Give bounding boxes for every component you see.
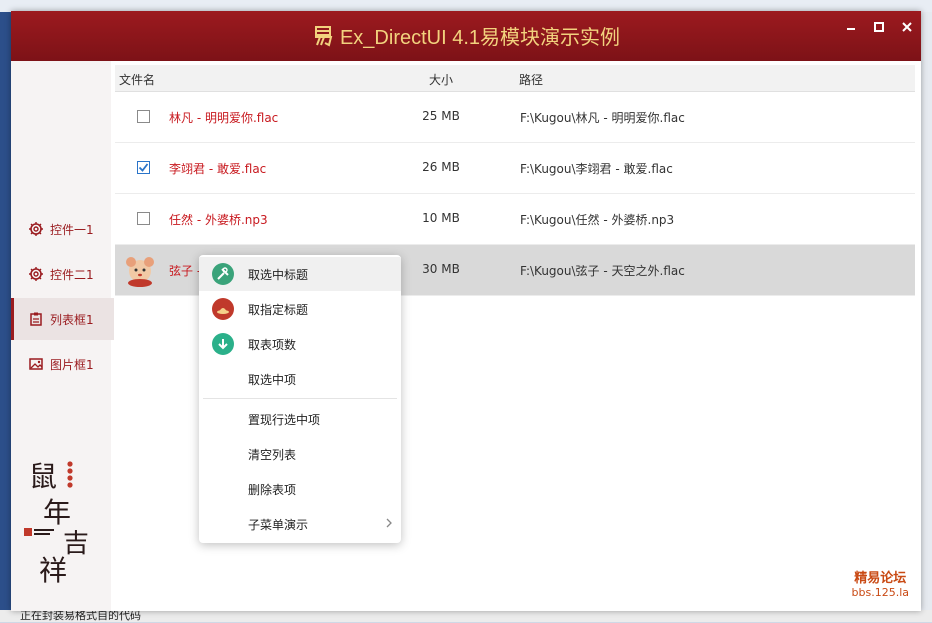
cell-filename: 林凡 - 明明爱你.flac (169, 111, 279, 125)
table-row[interactable]: 林凡 - 明明爱你.flac 25 MB F:\Kugou\林凡 - 明明爱你.… (115, 92, 915, 143)
svg-text:年: 年 (43, 496, 71, 529)
table-row[interactable]: 任然 - 外婆桥.np3 10 MB F:\Kugou\任然 - 外婆桥.np3 (115, 194, 915, 245)
menu-item-clear-list[interactable]: 清空列表 (199, 437, 401, 471)
sidebar-item-label: 图片框1 (50, 357, 94, 372)
menu-item-get-selected-title[interactable]: 取选中标题 (199, 257, 401, 291)
menu-item-label: 取表项数 (248, 337, 297, 352)
window-title: Ex_DirectUI 4.1易模块演示实例 (339, 27, 621, 49)
close-button[interactable] (893, 17, 921, 37)
row-checkbox[interactable] (137, 161, 150, 174)
cell-size: 10 MB (422, 211, 460, 225)
title-bar[interactable]: Ex_DirectUI 4.1易模块演示实例 (11, 11, 921, 61)
menu-item-label: 取指定标题 (248, 302, 309, 317)
menu-item-delete-item[interactable]: 删除表项 (199, 472, 401, 506)
menu-item-label: 取选中项 (248, 372, 297, 387)
watermark-title: 精易论坛 (854, 571, 907, 586)
menu-item-get-specified-title[interactable]: 取指定标题 (199, 292, 401, 326)
menu-item-label: 删除表项 (248, 482, 297, 497)
cell-filename: 弦子 - (169, 264, 202, 278)
sidebar-item-picturebox[interactable]: 图片框1 (11, 343, 111, 385)
cell-size: 25 MB (422, 109, 460, 123)
download-icon (212, 333, 234, 355)
menu-separator (203, 398, 397, 399)
cell-filename: 任然 - 外婆桥.np3 (169, 213, 268, 227)
cell-size: 30 MB (422, 262, 460, 276)
checkmark-icon (138, 163, 149, 172)
header-filename[interactable]: 文件名 (119, 71, 155, 88)
watermark-url: bbs.125.la (851, 586, 909, 599)
maximize-icon (874, 22, 884, 32)
close-icon (902, 22, 912, 32)
context-menu: 取选中标题 取指定标题 取表项数 取选中项 置现行选中项 清空列表 删除表项 子… (199, 255, 401, 543)
minimize-icon (847, 28, 855, 30)
minimize-button[interactable] (837, 17, 865, 37)
sidebar-item-listbox[interactable]: 列表框1 (11, 298, 114, 340)
cell-path: F:\Kugou\林凡 - 明明爱你.flac (520, 111, 685, 125)
sidebar: 控件一1 控件二1 列表框1 图片框1 鼠 年 吉 祥 (11, 61, 114, 611)
menu-item-get-item-count[interactable]: 取表项数 (199, 327, 401, 361)
image-icon (28, 356, 44, 372)
title-wrap: Ex_DirectUI 4.1易模块演示实例 (11, 21, 921, 50)
maximize-button[interactable] (865, 17, 893, 37)
menu-item-submenu-demo[interactable]: 子菜单演示 (199, 507, 401, 541)
tools-icon (212, 263, 234, 285)
clipboard-icon (28, 311, 44, 327)
row-checkbox[interactable] (137, 212, 150, 225)
list-header: 文件名 大小 路径 (115, 65, 915, 92)
table-row[interactable]: 李翊君 - 敢爱.flac 26 MB F:\Kugou\李翊君 - 敢爱.fl… (115, 143, 915, 194)
sidebar-item-label: 控件二1 (50, 267, 94, 282)
cell-path: F:\Kugou\弦子 - 天空之外.flac (520, 264, 685, 278)
forum-watermark: 精易论坛 bbs.125.la (852, 567, 909, 599)
chevron-right-icon (385, 517, 393, 532)
cell-filename: 李翊君 - 敢爱.flac (169, 162, 267, 176)
cell-size: 26 MB (422, 160, 460, 174)
desktop-right-strip (920, 12, 932, 622)
menu-item-label: 子菜单演示 (248, 517, 309, 532)
hat-icon (212, 298, 234, 320)
row-checkbox[interactable] (137, 110, 150, 123)
sidebar-item-label: 列表框1 (50, 312, 94, 327)
mouse-mascot-icon (126, 257, 154, 287)
menu-item-label: 置现行选中项 (248, 412, 321, 427)
app-window: Ex_DirectUI 4.1易模块演示实例 控件一1 控件二1 列表框1 图片… (11, 11, 921, 611)
menu-item-set-current-selection[interactable]: 置现行选中项 (199, 402, 401, 436)
menu-item-label: 清空列表 (248, 447, 297, 462)
menu-item-get-selected-item[interactable]: 取选中项 (199, 362, 401, 396)
app-logo-icon (314, 26, 333, 47)
gear-icon (28, 266, 44, 282)
sidebar-item-label: 控件一1 (50, 222, 94, 237)
menu-item-label: 取选中标题 (248, 267, 309, 282)
svg-text:鼠: 鼠 (29, 460, 57, 493)
sidebar-item-control1[interactable]: 控件一1 (11, 208, 111, 250)
new-year-seal-logo: 鼠 年 吉 祥 (24, 460, 89, 586)
desktop-bottom-bar: 正在封装易格式自的代码 (0, 609, 932, 622)
window-controls (837, 17, 921, 37)
header-path[interactable]: 路径 (519, 71, 543, 88)
cell-path: F:\Kugou\李翊君 - 敢爱.flac (520, 162, 673, 176)
header-size[interactable]: 大小 (429, 71, 453, 88)
gear-icon (28, 221, 44, 237)
cell-path: F:\Kugou\任然 - 外婆桥.np3 (520, 213, 675, 227)
svg-text:祥: 祥 (39, 554, 67, 586)
sidebar-item-control2[interactable]: 控件二1 (11, 253, 111, 295)
